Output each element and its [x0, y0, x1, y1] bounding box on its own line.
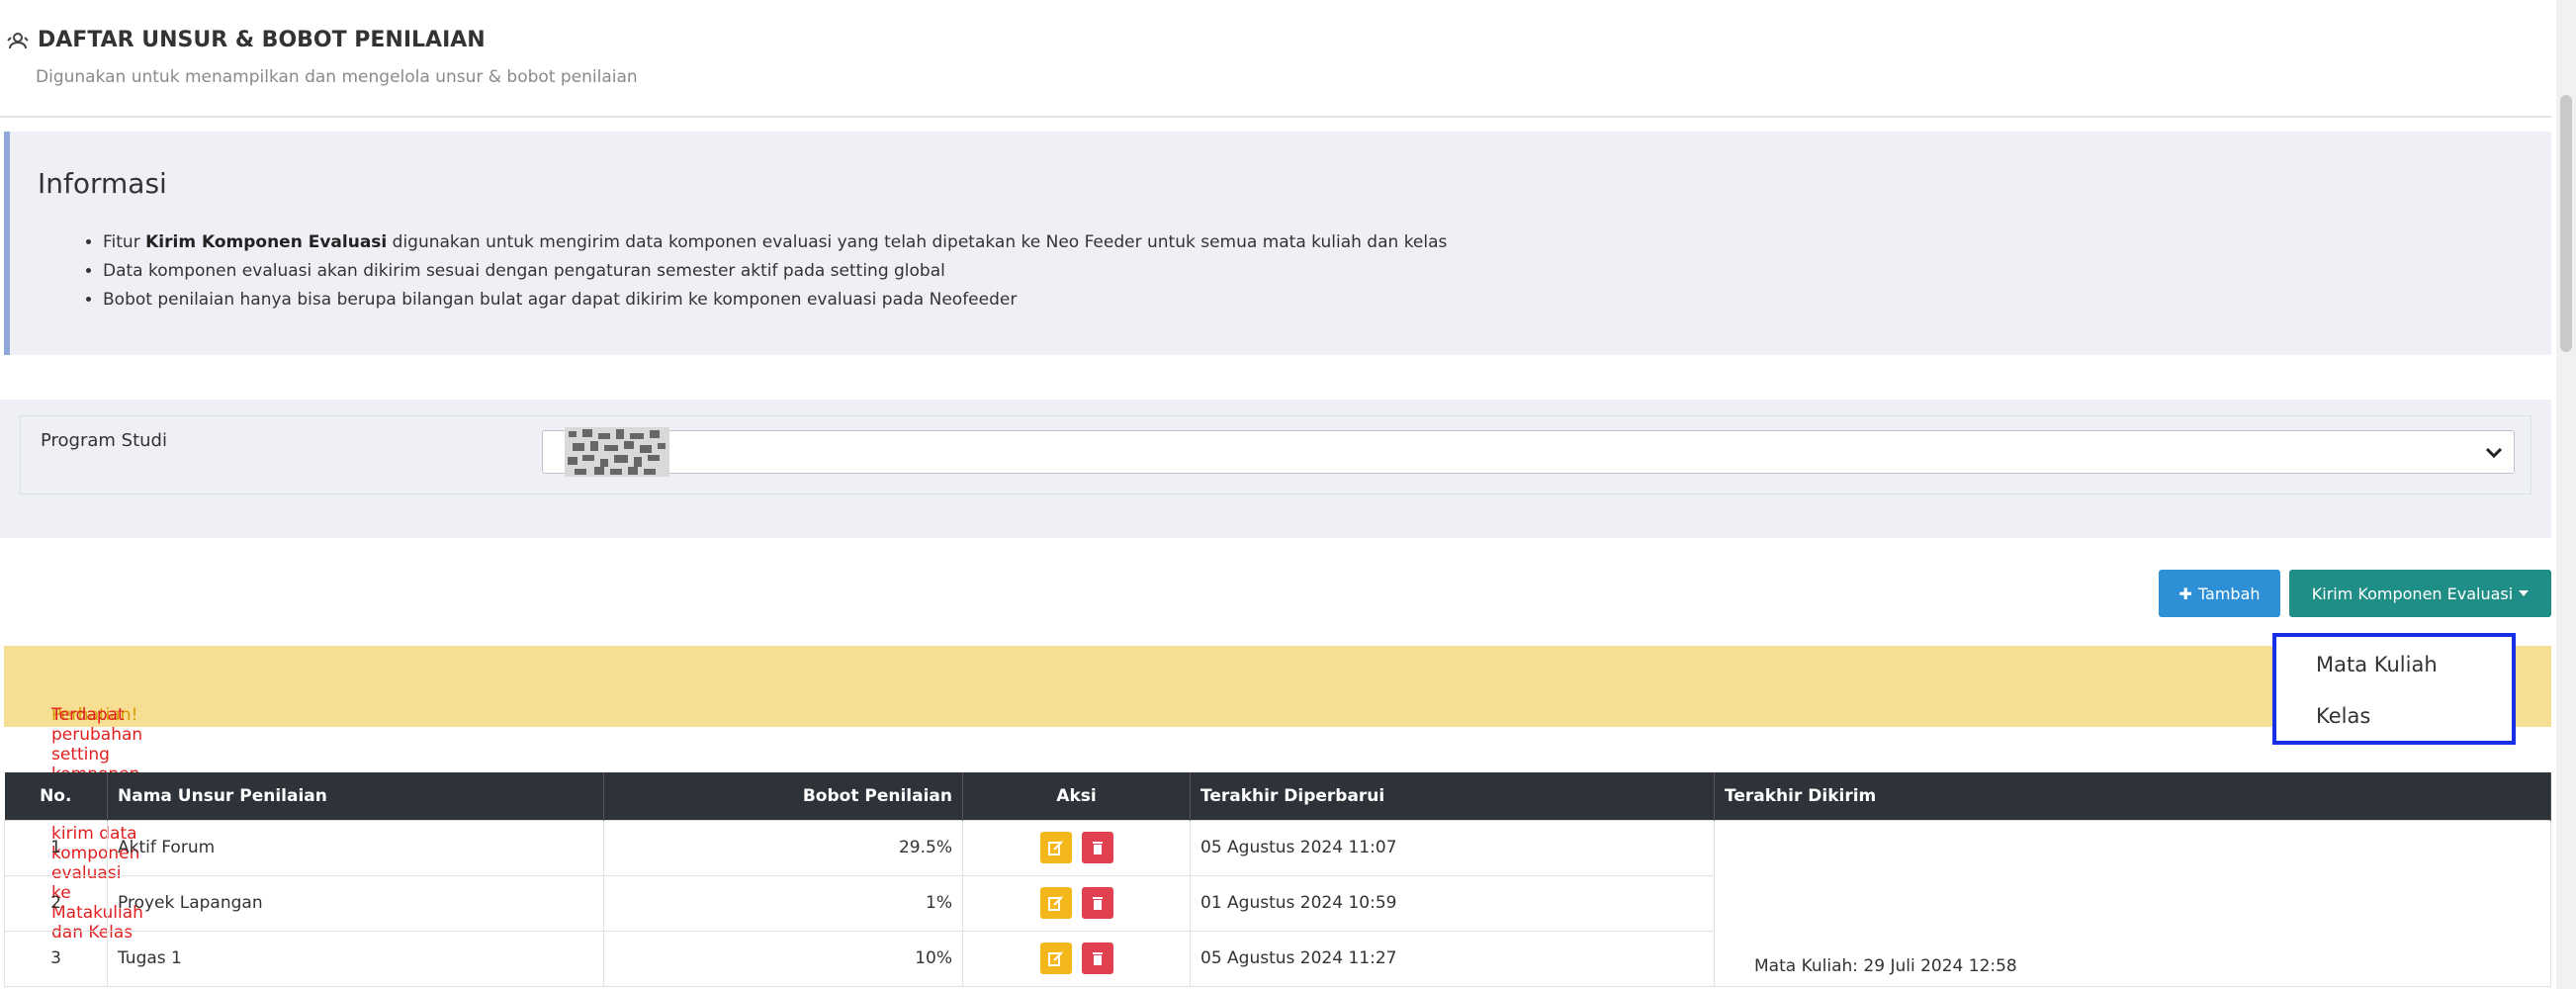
cell-aksi [962, 930, 1191, 987]
trash-icon [1092, 897, 1103, 910]
plus-icon: ✚ [2178, 584, 2192, 603]
cell-no: 1 [4, 819, 108, 876]
delete-button[interactable] [1081, 943, 1113, 974]
page-scrollbar[interactable] [2556, 0, 2576, 989]
delete-button[interactable] [1081, 832, 1113, 863]
caret-down-icon [2519, 590, 2530, 596]
info-item-bold: Kirim Komponen Evaluasi [145, 232, 388, 252]
tambah-label: Tambah [2197, 584, 2261, 603]
edit-button[interactable] [1039, 832, 1072, 863]
page-header: DAFTAR UNSUR & BOBOT PENILAIAN Digunakan… [0, 0, 2551, 118]
menu-item-kelas[interactable]: Kelas [2316, 704, 2370, 728]
cell-bobot: 29.5% [603, 819, 963, 876]
unsur-table: No. Nama Unsur Penilaian Bobot Penilaian… [4, 772, 2551, 987]
column-header: Aksi [962, 772, 1191, 820]
cell-updated: 05 Agustus 2024 11:07 [1190, 819, 1715, 876]
edit-icon [1047, 841, 1063, 855]
cell-no: 2 [4, 874, 108, 932]
delete-button[interactable] [1081, 887, 1113, 919]
info-item: Bobot penilaian hanya bisa berupa bilang… [103, 286, 1447, 315]
cell-bobot: 1% [603, 874, 963, 932]
menu-item-mata-kuliah[interactable]: Mata Kuliah [2316, 653, 2438, 676]
cell-updated: 05 Agustus 2024 11:27 [1190, 930, 1715, 987]
info-item: Fitur Kirim Komponen Evaluasi digunakan … [103, 228, 1447, 257]
redacted-image-icon [565, 427, 669, 477]
info-item-suffix: digunakan untuk mengirim data komponen e… [387, 232, 1448, 252]
kirim-label: Kirim Komponen Evaluasi [2311, 584, 2514, 603]
cell-name: Tugas 1 [107, 930, 604, 987]
info-list: Fitur Kirim Komponen Evaluasi digunakan … [77, 228, 1447, 315]
info-item-prefix: Fitur [103, 232, 146, 252]
page-title: DAFTAR UNSUR & BOBOT PENILAIAN [6, 28, 486, 52]
cell-name: Proyek Lapangan [107, 874, 604, 932]
edit-button[interactable] [1039, 943, 1072, 974]
kirim-komponen-evaluasi-button[interactable]: Kirim Komponen Evaluasi [2289, 570, 2551, 617]
column-header[interactable]: Nama Unsur Penilaian [107, 772, 604, 820]
cell-no: 3 [4, 930, 108, 987]
cell-sent: Mata Kuliah: 29 Juli 2024 12:58 [1714, 819, 2551, 987]
info-item: Data komponen evaluasi akan dikirim sesu… [103, 257, 1447, 286]
user-group-icon [7, 32, 29, 48]
filter-panel: Program Studi [0, 400, 2551, 538]
info-panel: Informasi Fitur Kirim Komponen Evaluasi … [4, 132, 2551, 355]
column-header[interactable]: No. [4, 772, 108, 820]
trash-icon [1092, 952, 1103, 965]
program-studi-label: Program Studi [41, 430, 167, 451]
cell-aksi [962, 819, 1191, 876]
page-subtitle: Digunakan untuk menampilkan dan mengelol… [36, 67, 638, 87]
page-title-text: DAFTAR UNSUR & BOBOT PENILAIAN [38, 28, 486, 52]
filter-row: Program Studi [20, 415, 2532, 494]
scrollbar-thumb[interactable] [2560, 95, 2572, 352]
cell-updated: 01 Agustus 2024 10:59 [1190, 874, 1715, 932]
info-title: Informasi [38, 167, 167, 200]
edit-icon [1047, 896, 1063, 911]
column-header[interactable]: Terakhir Diperbarui [1190, 772, 1715, 820]
column-header[interactable]: Bobot Penilaian [603, 772, 963, 820]
cell-name: Aktif Forum [107, 819, 604, 876]
trash-icon [1092, 842, 1103, 854]
chevron-down-icon [2485, 447, 2503, 459]
table-row: 1 Aktif Forum 29.5% 05 Agustus 2024 11:0… [4, 819, 2551, 987]
edit-icon [1047, 951, 1063, 966]
kirim-dropdown-menu: Mata Kuliah Kelas [2272, 633, 2516, 745]
table-header-row: No. Nama Unsur Penilaian Bobot Penilaian… [4, 772, 2551, 820]
cell-bobot: 10% [603, 930, 963, 987]
warning-alert: Perhatian! Terdapat perubahan setting ko… [4, 646, 2551, 943]
column-header[interactable]: Terakhir Dikirim [1714, 772, 2551, 820]
edit-button[interactable] [1039, 887, 1072, 919]
cell-aksi [962, 874, 1191, 932]
tambah-button[interactable]: ✚ Tambah [2159, 570, 2280, 617]
program-studi-select[interactable] [542, 427, 2515, 477]
